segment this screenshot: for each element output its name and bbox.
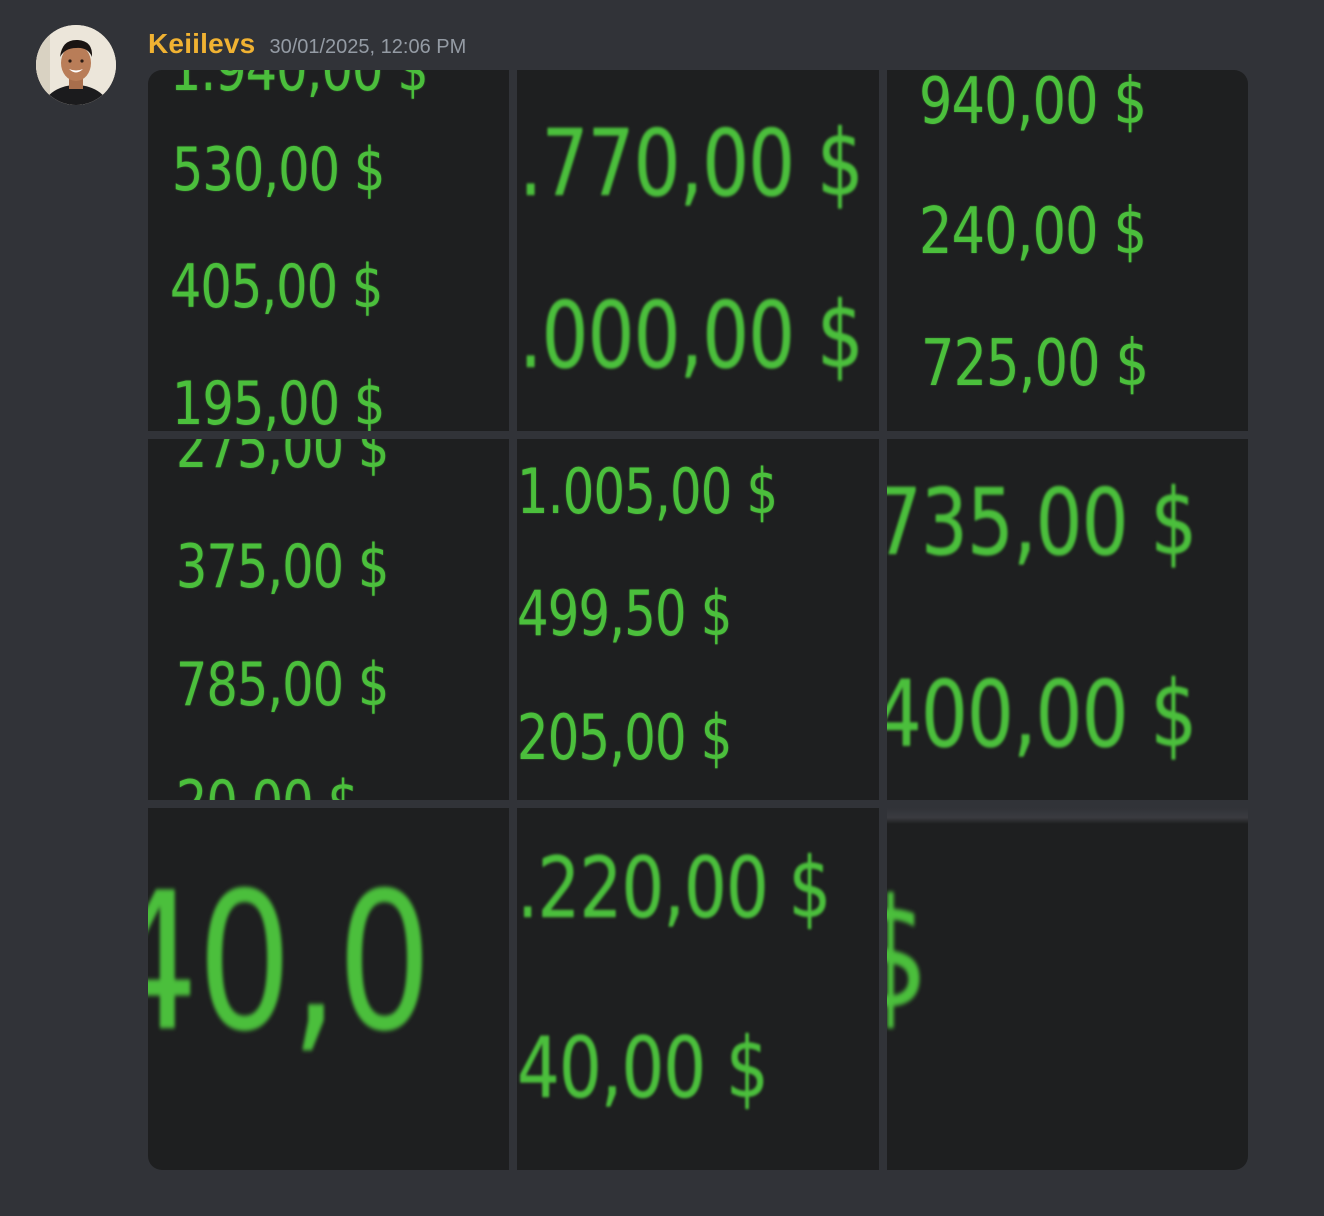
amount-text: 195,00 $ — [172, 369, 385, 431]
gallery-image-2[interactable]: .770,00 $ .000,00 $ — [517, 70, 879, 431]
amount-text: 530,00 $ — [172, 135, 385, 205]
amount-text: .000,00 $ — [519, 282, 864, 389]
gallery-image-6[interactable]: 735,00 $ 400,00 $ — [887, 439, 1248, 800]
amount-text: 400,00 $ — [887, 661, 1197, 768]
amount-text: 40,00 $ — [517, 1019, 769, 1117]
gallery-image-1[interactable]: 1.940,00 $ 530,00 $ 405,00 $ 195,00 $ — [148, 70, 509, 431]
amount-text: 405,00 $ — [170, 252, 383, 322]
avatar-image — [36, 25, 116, 105]
amount-text: .770,00 $ — [519, 110, 864, 217]
gallery-image-5[interactable]: 1.005,00 $ 499,50 $ 205,00 $ — [517, 439, 879, 800]
gallery-image-4[interactable]: 275,00 $ 375,00 $ 785,00 $ 20,00 $ — [148, 439, 509, 800]
username[interactable]: Keiilevs — [148, 28, 255, 60]
amount-text: 499,50 $ — [517, 577, 732, 650]
amount-text: 940,00 $ — [919, 70, 1147, 139]
chat-message: Keiilevs 30/01/2025, 12:06 PM 1.940,00 $… — [0, 0, 1324, 1216]
amount-text: 1.005,00 $ — [517, 455, 778, 528]
amount-text: 375,00 $ — [176, 532, 389, 602]
amount-text: 40,0 — [148, 852, 432, 1073]
gallery-image-3[interactable]: 940,00 $ 240,00 $ 725,00 $ — [887, 70, 1248, 431]
amount-text: 275,00 $ — [176, 439, 389, 482]
amount-text: 785,00 $ — [176, 650, 389, 720]
gallery-image-9[interactable]: $ — [887, 808, 1248, 1170]
amount-text: 205,00 $ — [517, 701, 732, 774]
image-gallery: 1.940,00 $ 530,00 $ 405,00 $ 195,00 $ .7… — [148, 70, 1248, 1170]
amount-text: $ — [887, 880, 929, 1030]
amount-text: 725,00 $ — [921, 327, 1149, 401]
amount-text: 1.940,00 $ — [170, 70, 429, 105]
amount-text: 735,00 $ — [887, 469, 1197, 576]
image-top-edge — [887, 808, 1248, 824]
gallery-image-7[interactable]: 40,0 — [148, 808, 509, 1170]
amount-text: 240,00 $ — [919, 195, 1147, 269]
gallery-image-8[interactable]: .220,00 $ 40,00 $ — [517, 808, 879, 1170]
message-header: Keiilevs 30/01/2025, 12:06 PM — [148, 28, 466, 62]
user-avatar[interactable] — [36, 25, 116, 105]
amount-text: 20,00 $ — [176, 773, 359, 800]
amount-text: .220,00 $ — [517, 839, 831, 937]
timestamp: 30/01/2025, 12:06 PM — [269, 36, 467, 58]
